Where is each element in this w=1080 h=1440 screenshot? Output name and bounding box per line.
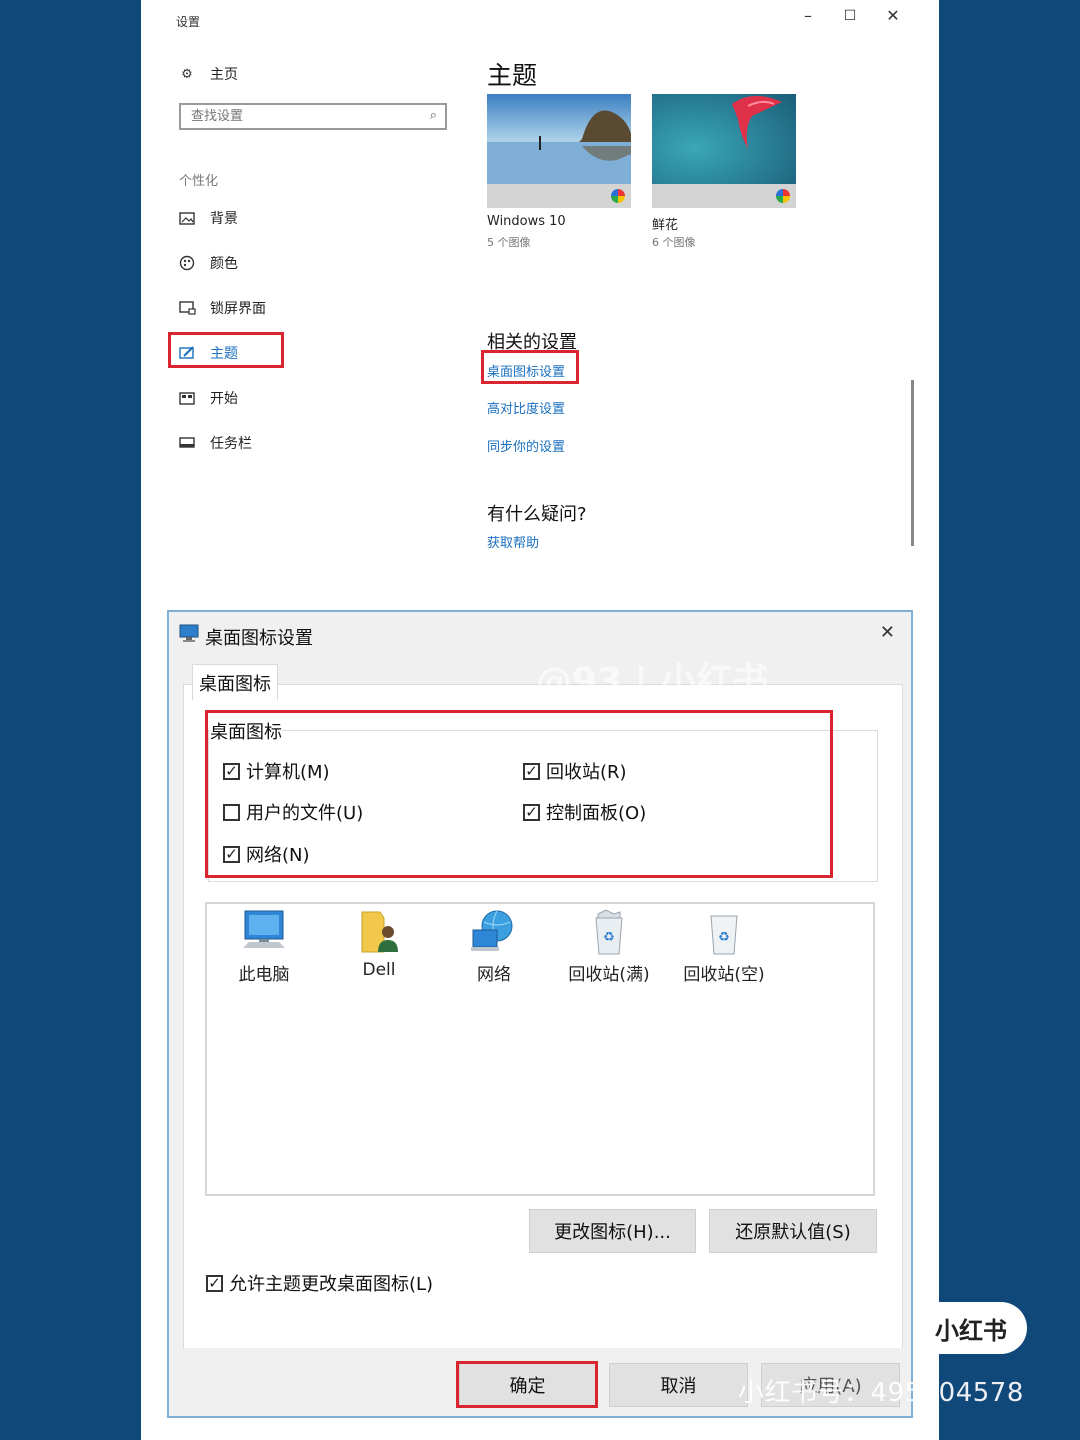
sidebar-item-lockscreen[interactable]: 锁屏界面 — [178, 298, 266, 318]
sidebar-item-label: 背景 — [210, 211, 238, 227]
xiaohongshu-id-watermark: 小红书号：495404578 — [738, 1378, 1024, 1408]
recycle-bin-full-icon: ♻ — [595, 909, 623, 955]
link-high-contrast[interactable]: 高对比度设置 — [487, 398, 565, 417]
tab-desktop-icons[interactable]: 桌面图标 — [192, 664, 278, 700]
theme-card-flowers[interactable] — [652, 94, 796, 208]
icon-label: 此电脑 — [238, 965, 290, 985]
minimize-button[interactable]: – — [794, 6, 822, 25]
icon-item-this-pc[interactable]: 此电脑 — [214, 908, 314, 985]
flower-thumbnail-image — [652, 94, 796, 184]
sidebar-item-label: 锁屏界面 — [210, 301, 266, 317]
desktop-settings-icon — [179, 624, 199, 642]
nav-home-label: 主页 — [210, 67, 238, 83]
checkbox-box[interactable]: ✓ — [206, 1274, 223, 1292]
palette-icon — [178, 255, 196, 271]
icon-item-recycle-full[interactable]: ♻ 回收站(满) — [559, 908, 659, 985]
svg-text:♻: ♻ — [603, 930, 615, 945]
link-get-help[interactable]: 获取帮助 — [487, 532, 539, 551]
desktop-icon-link-highlight-box — [481, 350, 579, 384]
section-label: 个性化 — [179, 174, 219, 189]
sidebar-item-label: 开始 — [210, 391, 238, 407]
sidebar-item-background[interactable]: 背景 — [178, 208, 238, 228]
dialog-close-icon[interactable]: ✕ — [880, 622, 895, 643]
sidebar-item-color[interactable]: 颜色 — [178, 253, 238, 273]
icon-item-network[interactable]: 网络 — [444, 908, 544, 985]
icon-item-recycle-empty[interactable]: ♻ 回收站(空) — [674, 908, 774, 985]
sidebar-item-taskbar[interactable]: 任务栏 — [178, 433, 252, 453]
landscape-thumbnail-image — [487, 94, 631, 184]
page-title: 主题 — [487, 61, 538, 90]
theme-card-band — [652, 184, 796, 208]
checkbox-allow-themes[interactable]: ✓ 允许主题更改桌面图标(L) — [206, 1270, 433, 1296]
maximize-button[interactable]: ☐ — [836, 8, 864, 24]
user-folder-icon — [361, 911, 398, 953]
change-icon-button[interactable]: 更改图标(H)... — [529, 1209, 696, 1253]
theme-count: 5 个图像 — [487, 236, 531, 249]
image-icon — [178, 211, 196, 225]
icon-label: Dell — [362, 960, 396, 980]
watermark-overlay: @93 | 小红书 — [536, 661, 769, 702]
link-sync-settings[interactable]: 同步你的设置 — [487, 436, 565, 455]
scrollbar[interactable] — [911, 380, 914, 546]
theme-name: Windows 10 — [487, 214, 566, 229]
window-title: 设置 — [176, 15, 201, 29]
gear-icon: ⚙ — [181, 66, 193, 82]
theme-card-band — [487, 184, 631, 208]
cancel-button[interactable]: 取消 — [609, 1363, 748, 1407]
color-wheel-icon — [776, 189, 790, 203]
taskbar-icon — [178, 436, 196, 450]
theme-name: 鲜花 — [652, 218, 679, 233]
search-input[interactable] — [181, 105, 421, 128]
sidebar-item-label: 颜色 — [210, 256, 238, 272]
svg-text:♻: ♻ — [718, 930, 730, 945]
search-box[interactable]: ⌕ — [179, 103, 447, 130]
icon-label: 网络 — [477, 965, 511, 985]
recycle-bin-empty-icon: ♻ — [710, 915, 738, 955]
computer-icon — [243, 910, 285, 948]
theme-count: 6 个图像 — [652, 236, 696, 249]
color-wheel-icon — [611, 189, 625, 203]
theme-card-windows10[interactable] — [487, 94, 631, 208]
xiaohongshu-badge: 小红书 — [915, 1302, 1027, 1354]
icon-label: 回收站(空) — [683, 965, 765, 985]
sidebar-item-label: 任务栏 — [210, 436, 252, 452]
icon-item-user-folder[interactable]: Dell — [329, 908, 429, 980]
close-button[interactable]: ✕ — [879, 6, 907, 25]
question-heading: 有什么疑问? — [487, 504, 587, 525]
start-icon — [178, 391, 196, 405]
checkbox-label: 允许主题更改桌面图标(L) — [229, 1274, 434, 1295]
lock-screen-icon — [178, 301, 196, 315]
theme-highlight-box — [168, 332, 284, 368]
ok-button-highlight-box — [456, 1361, 598, 1408]
search-icon: ⌕ — [429, 108, 437, 123]
dialog-title: 桌面图标设置 — [205, 628, 313, 649]
nav-home[interactable]: ⚙ 主页 — [178, 64, 238, 84]
checkbox-group-highlight-box — [205, 710, 833, 878]
network-globe-icon — [471, 910, 513, 951]
icon-label: 回收站(满) — [568, 965, 650, 985]
restore-default-button[interactable]: 还原默认值(S) — [709, 1209, 877, 1253]
sidebar-item-start[interactable]: 开始 — [178, 388, 238, 408]
